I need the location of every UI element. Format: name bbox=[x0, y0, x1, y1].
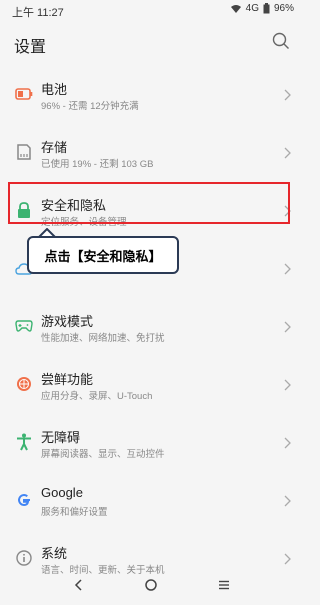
header: 设置 bbox=[0, 20, 302, 62]
callout-label: 点击【安全和隐私】 bbox=[27, 236, 179, 274]
battery-status-icon bbox=[263, 3, 270, 14]
gamepad-icon bbox=[14, 316, 34, 336]
storage-icon bbox=[14, 142, 34, 162]
chevron-right-icon bbox=[284, 320, 292, 333]
settings-item-subtitle: 服务和偏好设置 bbox=[41, 507, 108, 518]
search-icon[interactable] bbox=[272, 32, 290, 50]
google-icon bbox=[14, 490, 34, 510]
settings-item-game-mode[interactable]: 游戏模式 性能加速、网络加速、免打扰 bbox=[0, 298, 302, 354]
back-button[interactable] bbox=[70, 577, 86, 593]
settings-item-title: Google bbox=[41, 485, 83, 500]
settings-item-storage[interactable]: 存储 已使用 19% - 还剩 103 GB bbox=[0, 124, 302, 180]
settings-item-battery[interactable]: 电池 96% - 还需 12分钟充满 bbox=[0, 66, 302, 122]
settings-item-google[interactable]: Google 服务和偏好设置 bbox=[0, 472, 302, 528]
settings-item-subtitle: 性能加速、网络加速、免打扰 bbox=[41, 333, 165, 344]
settings-item-accessibility[interactable]: 无障碍 屏幕阅读器、显示、互动控件 bbox=[0, 414, 302, 470]
status-indicators: 4G 96% bbox=[230, 3, 294, 14]
chevron-right-icon bbox=[284, 552, 292, 565]
settings-item-title: 存储 bbox=[41, 140, 68, 155]
chevron-right-icon bbox=[284, 146, 292, 159]
battery-percent: 96% bbox=[273, 3, 294, 14]
settings-item-subtitle: 96% - 还需 12分钟充满 bbox=[41, 101, 139, 112]
chevron-right-icon bbox=[284, 494, 292, 507]
navigation-bar bbox=[0, 565, 302, 605]
chevron-right-icon bbox=[284, 378, 292, 391]
settings-item-title: 尝鲜功能 bbox=[41, 372, 94, 387]
page-title: 设置 bbox=[14, 39, 47, 56]
settings-item-labs[interactable]: 尝鲜功能 应用分身、录屏、U-Touch bbox=[0, 356, 302, 412]
network-type: 4G bbox=[245, 3, 259, 14]
chevron-right-icon bbox=[284, 436, 292, 449]
chevron-right-icon bbox=[284, 262, 292, 275]
home-button[interactable] bbox=[143, 577, 159, 593]
menu-button[interactable] bbox=[216, 577, 232, 593]
settings-item-title: 无障碍 bbox=[41, 430, 81, 445]
battery-icon bbox=[14, 84, 34, 104]
settings-item-subtitle: 已使用 19% - 还剩 103 GB bbox=[41, 159, 154, 170]
status-bar: 上午 11:27 4G 96% bbox=[0, 0, 302, 20]
settings-item-title: 游戏模式 bbox=[41, 314, 94, 329]
settings-item-subtitle: 应用分身、录屏、U-Touch bbox=[41, 391, 153, 402]
settings-item-title: 系统 bbox=[41, 546, 68, 561]
settings-list: 电池 96% - 还需 12分钟充满 存储 已使用 19% - 还剩 103 G… bbox=[0, 66, 302, 576]
settings-item-title: 电池 bbox=[41, 82, 68, 97]
accessibility-icon bbox=[14, 432, 34, 452]
settings-item-subtitle: 屏幕阅读器、显示、互动控件 bbox=[41, 449, 165, 460]
status-time: 上午 11:27 bbox=[12, 7, 64, 19]
chevron-right-icon bbox=[284, 88, 292, 101]
wifi-icon bbox=[230, 4, 242, 14]
highlight-box bbox=[8, 182, 290, 224]
orange-slice-icon bbox=[14, 374, 34, 394]
